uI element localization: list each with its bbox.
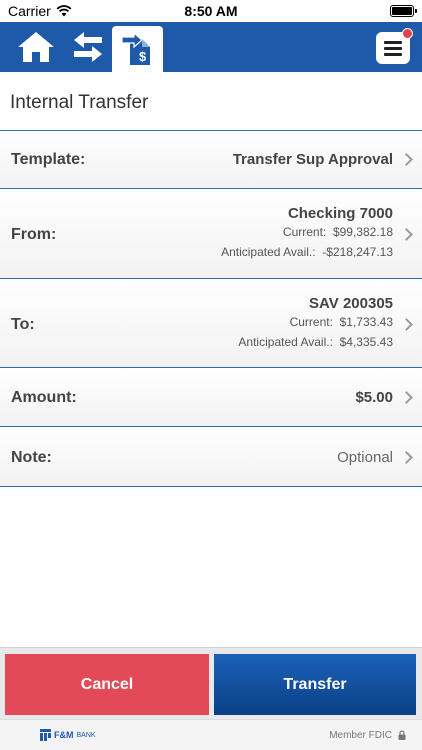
note-row[interactable]: Note: Optional	[0, 428, 422, 487]
amount-label: Amount:	[11, 389, 77, 406]
bank-name-suffix: BANK	[76, 731, 96, 739]
note-placeholder: Optional	[337, 449, 393, 466]
from-anticipated-value: -$218,247.13	[322, 245, 393, 259]
battery-icon	[390, 5, 417, 17]
from-anticipated-balance: Anticipated Avail.: -$218,247.13	[221, 242, 393, 262]
notification-badge	[402, 28, 413, 39]
to-current-value: $1,733.43	[339, 315, 393, 329]
to-anticipated-balance: Anticipated Avail.: $4,335.43	[238, 332, 393, 352]
home-icon	[18, 32, 54, 62]
chevron-right-icon	[400, 153, 413, 166]
menu-button[interactable]	[376, 28, 413, 64]
bank-name: F&M	[54, 730, 74, 740]
page-title: Internal Transfer	[10, 92, 149, 113]
lock-icon	[398, 730, 406, 740]
home-button[interactable]	[10, 22, 62, 72]
from-account-name: Checking 7000	[287, 205, 393, 222]
to-account-name: SAV 200305	[309, 295, 393, 312]
from-current-label: Current:	[282, 225, 327, 239]
to-label: To:	[11, 316, 35, 333]
amount-value: $5.00	[355, 389, 393, 406]
top-nav-bar: $	[0, 22, 422, 72]
member-fdic-label: Member FDIC	[329, 729, 392, 741]
to-anticipated-value: $4,335.43	[339, 335, 393, 349]
from-value-block: Checking 7000 Current: $99,382.18 Antici…	[221, 205, 393, 262]
from-account-row[interactable]: From: Checking 7000 Current: $99,382.18 …	[0, 190, 422, 279]
carrier-label: Carrier	[8, 3, 51, 19]
status-left: Carrier	[8, 3, 72, 19]
hamburger-menu-icon	[384, 40, 402, 56]
transfer-button[interactable]: Transfer	[214, 654, 416, 715]
fdic-notice: Member FDIC	[329, 730, 406, 741]
action-bar: Cancel Transfer	[0, 647, 422, 719]
bank-logo: F&M BANK	[40, 729, 96, 741]
from-current-value: $99,382.18	[332, 225, 393, 239]
to-value-block: SAV 200305 Current: $1,733.43 Anticipate…	[238, 295, 393, 352]
note-value-block: Optional	[337, 449, 393, 466]
cancel-button[interactable]: Cancel	[5, 654, 209, 715]
transfers-button[interactable]	[66, 22, 110, 72]
template-label: Template:	[11, 151, 86, 168]
amount-value-block: $5.00	[355, 389, 393, 406]
chevron-right-icon	[400, 228, 413, 241]
from-current-balance: Current: $99,382.18	[221, 222, 393, 242]
footer: F&M BANK Member FDIC	[0, 719, 422, 750]
chevron-right-icon	[400, 451, 413, 464]
wifi-icon	[56, 5, 72, 17]
chevron-right-icon	[400, 391, 413, 404]
from-anticipated-label: Anticipated Avail.:	[221, 245, 316, 259]
template-value: Transfer Sup Approval	[232, 151, 393, 168]
to-current-balance: Current: $1,733.43	[238, 312, 393, 332]
internal-transfer-tab[interactable]: $	[112, 26, 163, 72]
svg-text:$: $	[139, 49, 147, 64]
amount-row[interactable]: Amount: $5.00	[0, 369, 422, 427]
template-value-block: Transfer Sup Approval	[233, 151, 393, 168]
from-label: From:	[11, 226, 57, 243]
to-anticipated-label: Anticipated Avail.:	[238, 335, 333, 349]
template-row[interactable]: Template: Transfer Sup Approval	[0, 131, 422, 189]
status-bar: Carrier 8:50 AM	[0, 0, 422, 22]
to-current-label: Current:	[289, 315, 333, 329]
transfer-money-icon: $	[120, 31, 150, 65]
to-account-row[interactable]: To: SAV 200305 Current: $1,733.43 Antici…	[0, 280, 422, 368]
chevron-right-icon	[400, 318, 413, 331]
swap-arrows-icon	[74, 32, 102, 62]
bank-logo-icon	[40, 729, 51, 741]
note-label: Note:	[11, 449, 52, 466]
